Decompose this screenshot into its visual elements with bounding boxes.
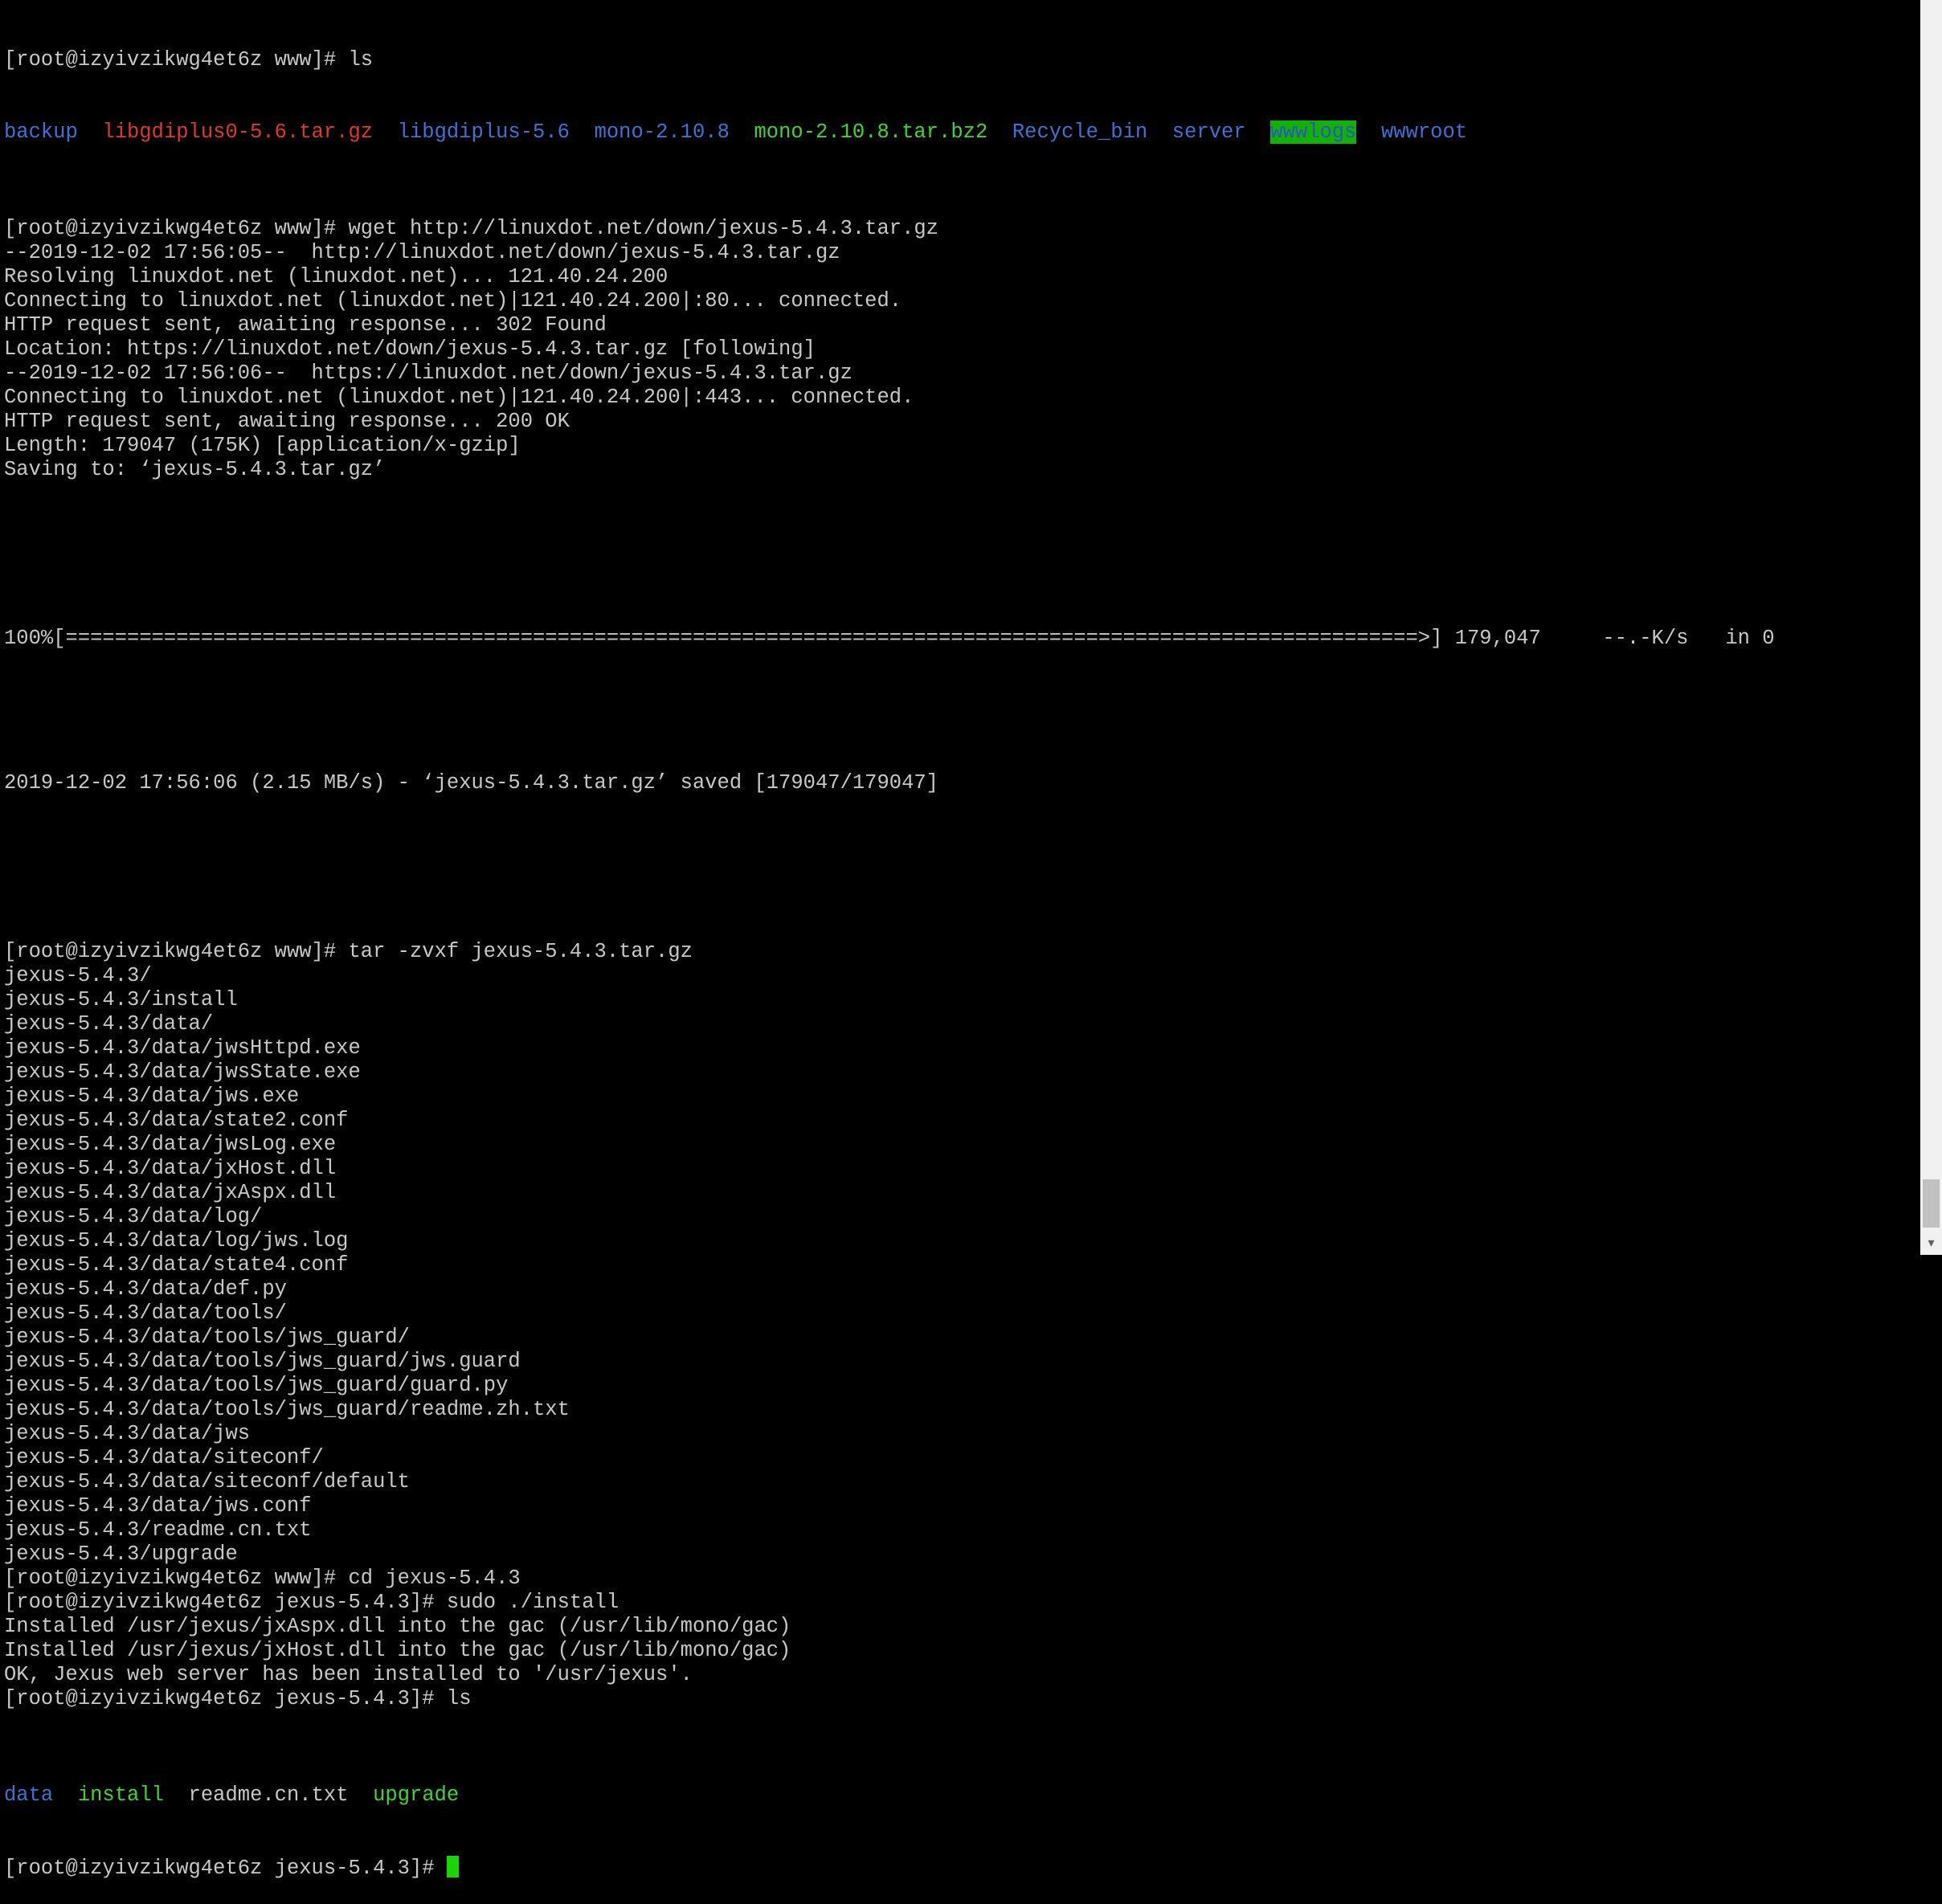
terminal-cursor [446,1856,459,1877]
terminal-line: jexus-5.4.3/data/state2.conf [4,1109,349,1132]
terminal-line: [root@izyivzikwg4et6z www]# cd jexus-5.4… [4,1567,521,1590]
terminal-line: jexus-5.4.3/data/siteconf/default [4,1470,410,1493]
terminal-line: jexus-5.4.3/data/ [4,1012,214,1036]
exec-entry: install [77,1783,164,1807]
terminal-line: jexus-5.4.3/data/jws.exe [4,1085,300,1108]
terminal-line: OK, Jexus web server has been installed … [4,1663,693,1686]
scrollbar-thumb[interactable] [1923,1179,1940,1228]
terminal-line: Installed /usr/jexus/jxHost.dll into the… [4,1639,791,1662]
terminal-line: jexus-5.4.3/data/siteconf/ [4,1446,324,1469]
terminal-line: jexus-5.4.3/data/log/ [4,1205,263,1228]
terminal-line: Length: 179047 (175K) [application/x-gzi… [4,434,521,457]
terminal-line: HTTP request sent, awaiting response... … [4,313,607,337]
terminal-line: jexus-5.4.3/data/jxHost.dll [4,1157,337,1180]
terminal-output[interactable]: [root@izyivzikwg4et6z www]# ls backup li… [0,0,1920,1880]
terminal-line: jexus-5.4.3/data/state4.conf [4,1253,349,1277]
terminal-line: jexus-5.4.3/data/jwsLog.exe [4,1133,337,1156]
ls-output-line: backup libgdiplus0-5.6.tar.gz libgdiplus… [4,121,1920,145]
terminal-line: jexus-5.4.3/data/tools/jws_guard/jws.gua… [4,1350,521,1373]
terminal-line: jexus-5.4.3/upgrade [4,1542,238,1566]
tar-and-install-output: [root@izyivzikwg4et6z www]# tar -zvxf je… [4,940,1920,1711]
dir-entry: Recycle_bin [1012,121,1148,144]
terminal-line: --2019-12-02 17:56:05-- http://linuxdot.… [4,241,840,264]
terminal-line: [root@izyivzikwg4et6z jexus-5.4.3]# sudo… [4,1591,619,1614]
terminal-line: [root@izyivzikwg4et6z www]# tar -zvxf je… [4,940,693,963]
terminal-line: jexus-5.4.3/data/def.py [4,1277,287,1301]
terminal-line: Connecting to linuxdot.net (linuxdot.net… [4,289,902,313]
scroll-down-arrow-icon[interactable]: ▾ [1920,1231,1942,1255]
wget-output: [root@izyivzikwg4et6z www]# wget http://… [4,217,1920,482]
terminal-line: --2019-12-02 17:56:06-- https://linuxdot… [4,362,852,385]
dir-entry: server [1171,121,1246,144]
final-prompt-line[interactable]: [root@izyivzikwg4et6z jexus-5.4.3]# [4,1856,1920,1880]
terminal-line: [root@izyivzikwg4et6z jexus-5.4.3]# ls [4,1687,472,1710]
terminal-line: jexus-5.4.3/data/jwsHttpd.exe [4,1036,361,1060]
terminal-line: Connecting to linuxdot.net (linuxdot.net… [4,386,914,409]
exec-entry: upgrade [373,1783,460,1807]
terminal-line: Location: https://linuxdot.net/down/jexu… [4,337,816,361]
terminal-line: HTTP request sent, awaiting response... … [4,410,570,433]
dir-entry: libgdiplus-5.6 [397,121,570,144]
terminal-line: jexus-5.4.3/readme.cn.txt [4,1518,312,1542]
terminal-line: jexus-5.4.3/data/jwsState.exe [4,1060,361,1084]
terminal-line: jexus-5.4.3/data/tools/jws_guard/ [4,1326,410,1349]
ls-prompt-line: [root@izyivzikwg4et6z www]# ls [4,48,374,72]
terminal-line: jexus-5.4.3/install [4,988,238,1011]
archive-entry: mono-2.10.8.tar.bz2 [754,121,988,144]
highlighted-dir-entry: wwwlogs [1270,121,1357,144]
dir-entry: wwwroot [1380,121,1468,144]
terminal-line: jexus-5.4.3/data/tools/ [4,1301,287,1325]
terminal-line: jexus-5.4.3/data/jws [4,1422,251,1445]
terminal-line: Resolving linuxdot.net (linuxdot.net)...… [4,265,668,288]
terminal-line: Saving to: ‘jexus-5.4.3.tar.gz’ [4,458,386,481]
terminal-line: [root@izyivzikwg4et6z www]# wget http://… [4,217,938,240]
download-progress-line: 100%[===================================… [4,627,1775,650]
terminal-line: jexus-5.4.3/data/jws.conf [4,1494,312,1518]
file-entry: readme.cn.txt [188,1783,349,1807]
dir-entry: mono-2.10.8 [594,121,730,144]
prompt-text: [root@izyivzikwg4et6z jexus-5.4.3]# [4,1857,447,1880]
terminal-line: jexus-5.4.3/ [4,964,152,987]
vertical-scrollbar[interactable]: ▾ [1920,0,1942,1255]
terminal-line: jexus-5.4.3/data/tools/jws_guard/readme.… [4,1398,570,1421]
terminal-line: Installed /usr/jexus/jxAspx.dll into the… [4,1615,791,1638]
dir-entry: backup [4,121,78,144]
ls-output-line: data install readme.cn.txt upgrade [4,1783,1920,1808]
terminal-line: jexus-5.4.3/data/log/jws.log [4,1229,349,1252]
terminal-line: jexus-5.4.3/data/jxAspx.dll [4,1181,337,1204]
archive-entry: libgdiplus0-5.6.tar.gz [102,121,374,144]
terminal-line: jexus-5.4.3/data/tools/jws_guard/guard.p… [4,1374,509,1397]
dir-entry: data [4,1783,54,1807]
saved-line: 2019-12-02 17:56:06 (2.15 MB/s) - ‘jexus… [4,771,938,795]
